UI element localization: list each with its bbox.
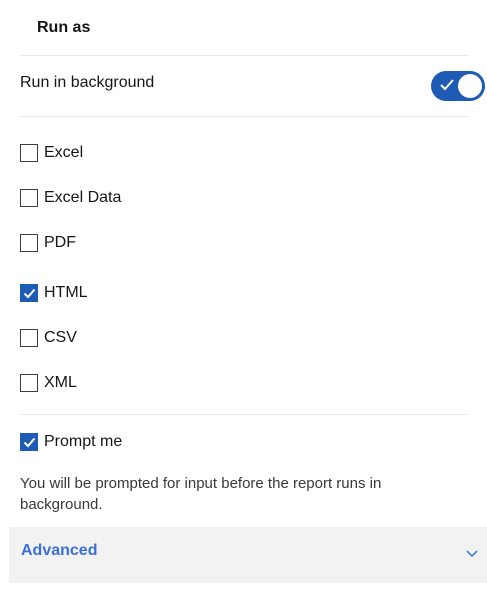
- format-option-html[interactable]: HTML: [20, 282, 88, 304]
- toggle-knob: [458, 74, 482, 98]
- csv-checkbox[interactable]: [20, 329, 38, 347]
- format-label: XML: [44, 374, 77, 391]
- chevron-down-icon: [466, 550, 478, 558]
- format-option-excel-data[interactable]: Excel Data: [20, 187, 121, 209]
- xml-checkbox[interactable]: [20, 374, 38, 392]
- html-checkbox[interactable]: [20, 284, 38, 302]
- checkmark-icon: [23, 437, 35, 447]
- run-as-panel: Run as Run in background Excel Excel Dat…: [0, 0, 487, 610]
- prompt-me-option[interactable]: Prompt me: [20, 431, 122, 453]
- advanced-accordion[interactable]: Advanced: [9, 527, 487, 583]
- format-label: HTML: [44, 284, 88, 301]
- format-option-pdf[interactable]: PDF: [20, 232, 76, 254]
- format-option-xml[interactable]: XML: [20, 372, 77, 394]
- excel-checkbox[interactable]: [20, 144, 38, 162]
- divider: [20, 116, 469, 117]
- prompt-me-checkbox[interactable]: [20, 433, 38, 451]
- advanced-label: Advanced: [21, 542, 98, 559]
- prompt-me-label: Prompt me: [44, 433, 123, 450]
- format-option-excel[interactable]: Excel: [20, 142, 83, 164]
- format-label: Excel Data: [44, 189, 122, 206]
- divider: [20, 414, 469, 415]
- section-title: Run as: [37, 19, 91, 36]
- run-in-background-toggle[interactable]: [431, 71, 485, 101]
- format-option-csv[interactable]: CSV: [20, 327, 77, 349]
- run-in-background-label: Run in background: [20, 74, 155, 91]
- excel-data-checkbox[interactable]: [20, 189, 38, 207]
- checkmark-icon: [440, 79, 454, 91]
- format-label: PDF: [44, 234, 76, 251]
- checkmark-icon: [23, 288, 35, 298]
- divider: [20, 55, 469, 56]
- format-label: Excel: [44, 144, 84, 161]
- format-label: CSV: [44, 329, 77, 346]
- pdf-checkbox[interactable]: [20, 234, 38, 252]
- prompt-note: You will be prompted for input before th…: [20, 475, 382, 513]
